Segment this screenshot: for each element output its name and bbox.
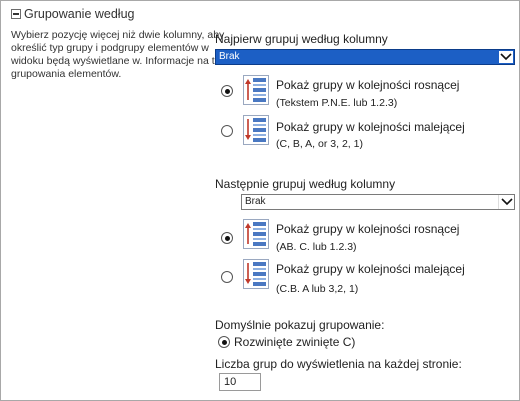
sort-descending-icon <box>243 115 269 145</box>
sort-ascending-icon <box>243 219 269 249</box>
second-ascending-radio[interactable] <box>221 232 233 244</box>
sort-ascending-icon <box>243 75 269 105</box>
first-group-label: Najpierw grupuj według kolumny <box>215 32 388 46</box>
first-ascending-radio[interactable] <box>221 85 233 97</box>
grouping-panel: Grupowanie według Wybierz pozycję więcej… <box>0 0 520 401</box>
section-title: Grupowanie według <box>24 7 135 21</box>
default-display-label: Domyślnie pokazuj grupowanie: <box>215 318 385 332</box>
dropdown-arrow-icon[interactable] <box>498 195 514 209</box>
expanded-radio[interactable] <box>218 336 230 348</box>
first-descending-label: Pokaż grupy w kolejności malejącej <box>276 120 465 134</box>
sort-descending-icon <box>243 259 269 289</box>
first-descending-sub: (C, B, A, or 3, 2, 1) <box>276 138 363 150</box>
second-ascending-sub: (AB. C. lub 1.2.3) <box>276 241 357 253</box>
second-descending-sub: (C.B. A lub 3,2, 1) <box>276 283 359 295</box>
second-group-select[interactable]: Brak <box>241 194 515 210</box>
first-ascending-label: Pokaż grupy w kolejności rosnącej <box>276 78 460 92</box>
second-descending-radio[interactable] <box>221 271 233 283</box>
second-group-select-value: Brak <box>245 196 266 207</box>
first-group-select[interactable]: Brak <box>215 49 515 65</box>
first-group-select-value: Brak <box>219 51 240 62</box>
second-group-label: Następnie grupuj według kolumny <box>215 177 396 191</box>
first-descending-radio[interactable] <box>221 125 233 137</box>
collapse-toggle-icon[interactable] <box>11 9 21 19</box>
expanded-label: Rozwinięte zwinięte C) <box>234 335 356 349</box>
groups-per-page-input[interactable]: 10 <box>219 373 261 391</box>
groups-per-page-label: Liczba grup do wyświetlenia na każdej st… <box>215 357 462 371</box>
first-ascending-sub: (Tekstem P.N.E. lub 1.2.3) <box>276 97 398 109</box>
dropdown-arrow-icon[interactable] <box>498 50 514 64</box>
second-ascending-label: Pokaż grupy w kolejności rosnącej <box>276 222 460 236</box>
second-descending-label: Pokaż grupy w kolejności malejącej <box>276 262 465 276</box>
section-description: Wybierz pozycję więcej niż dwie kolumny,… <box>11 29 239 80</box>
